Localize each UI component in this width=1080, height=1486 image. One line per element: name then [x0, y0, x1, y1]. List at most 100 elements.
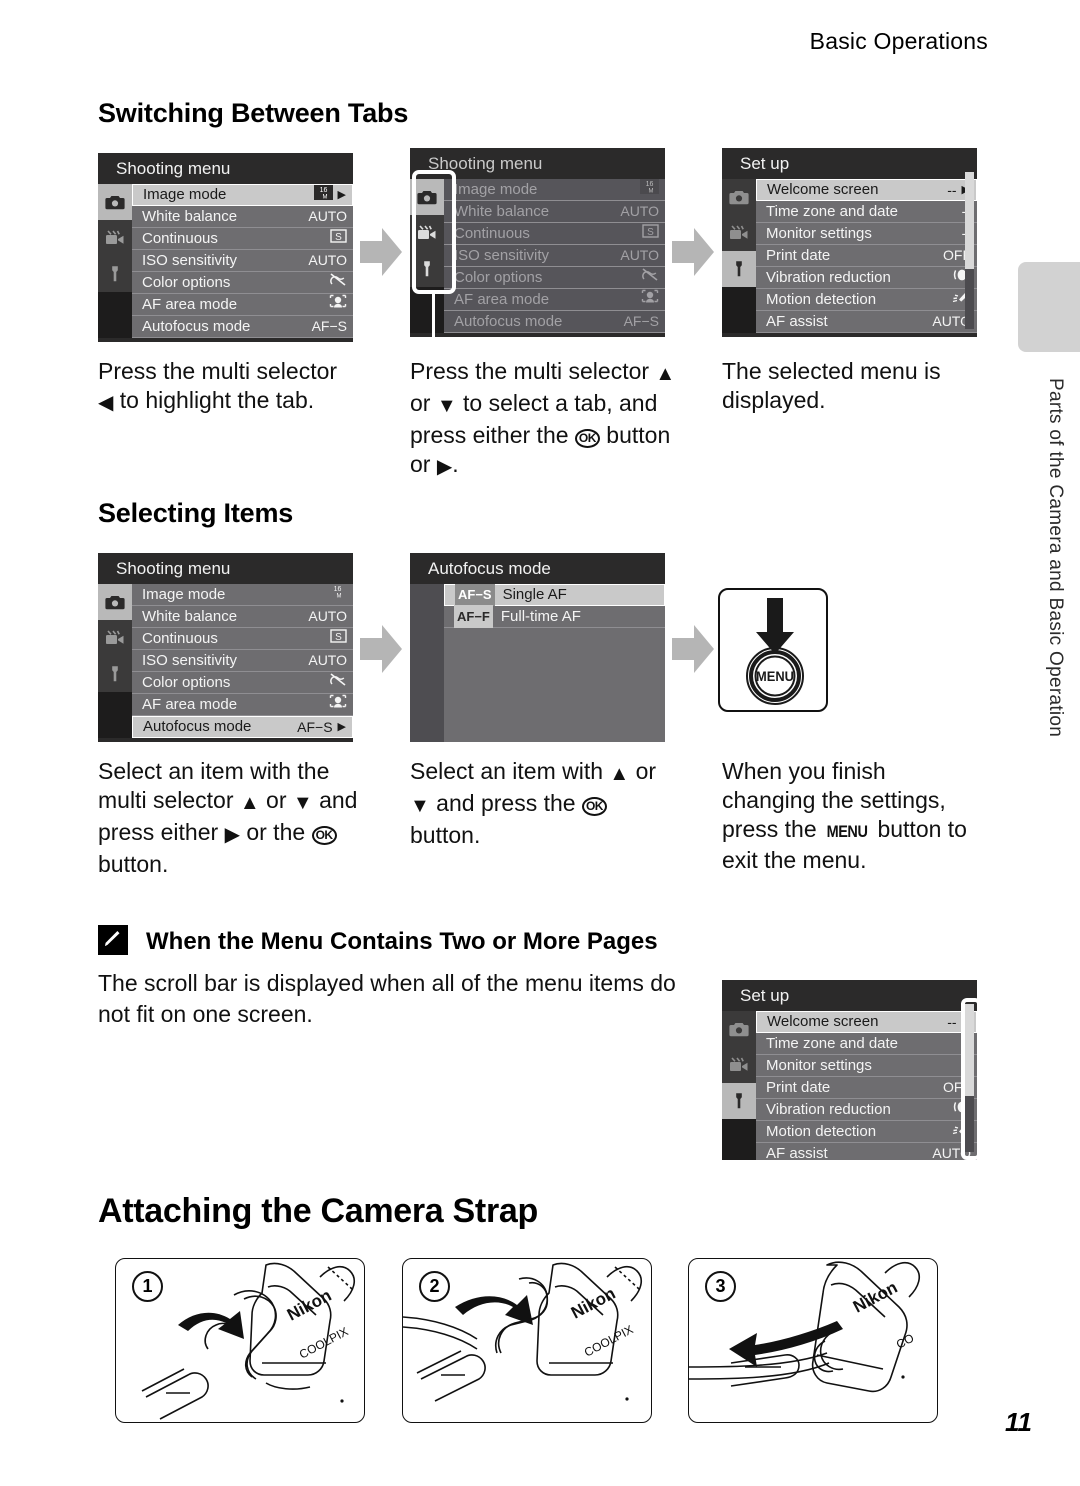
- row-label: Color options: [454, 269, 543, 286]
- image-size-16m-icon: 16M: [313, 185, 333, 201]
- option-full-time-af[interactable]: AF−F Full-time AF: [444, 605, 665, 628]
- off-color-icon: [330, 273, 346, 286]
- single-shot-icon: S: [330, 629, 347, 643]
- menu-row-monitor-settings[interactable]: Monitor settings --: [756, 223, 977, 245]
- chapter-thumb-tab: [1018, 262, 1080, 352]
- row-label: AF area mode: [142, 696, 238, 713]
- menu-row-autofocus-mode[interactable]: Autofocus mode AF−S: [444, 311, 665, 333]
- menu-row-af-assist[interactable]: AF assist AUTO: [756, 1143, 977, 1160]
- arrow-right-icon: ▶: [436, 456, 453, 478]
- screen-autofocus-mode: Autofocus mode AF−S Single AF AF−F Full-…: [410, 553, 665, 742]
- menu-row-iso-sensitivity[interactable]: ISO sensitivity AUTO: [132, 650, 353, 672]
- row-value: --: [947, 1014, 957, 1030]
- menu-row-motion-detection[interactable]: Motion detection: [756, 1121, 977, 1143]
- wrench-icon: [736, 1093, 742, 1109]
- row-label: Image mode: [142, 586, 226, 603]
- screen-title: Set up: [740, 154, 790, 173]
- menu-row-autofocus-mode[interactable]: Autofocus mode AF−S ▶: [132, 716, 353, 738]
- tab-camera[interactable]: [98, 584, 132, 620]
- tab-movie[interactable]: [722, 215, 756, 251]
- scrollbar-thumb[interactable]: [965, 172, 974, 270]
- svg-text:M: M: [649, 189, 654, 194]
- menu-row-continuous[interactable]: Continuous S: [444, 223, 665, 245]
- menu-row-af-assist[interactable]: AF assist AUTO: [756, 311, 977, 333]
- arrow-up-icon: ▲: [239, 792, 260, 814]
- figure-strap-step-2: Nikon COOLPIX 2: [402, 1258, 652, 1423]
- menu-row-print-date[interactable]: Print date OFF: [756, 245, 977, 267]
- svg-text:M: M: [322, 195, 327, 200]
- brand-coolpix: COOLPIX: [297, 1324, 351, 1361]
- row-label: AF assist: [766, 313, 828, 330]
- scrollbar[interactable]: [965, 172, 974, 329]
- menu-row-image-mode[interactable]: Image mode 16 M ▶: [132, 184, 353, 206]
- row-label: Continuous: [454, 225, 530, 242]
- tab-camera[interactable]: [722, 179, 756, 215]
- manual-page: Basic Operations Parts of the Camera and…: [0, 0, 1080, 1486]
- menu-row-time-zone-and-date[interactable]: Time zone and date --: [756, 1033, 977, 1055]
- arrow-up-icon: ▲: [609, 763, 630, 785]
- tab-setup[interactable]: [98, 256, 132, 292]
- menu-row-color-options[interactable]: Color options: [444, 267, 665, 289]
- figure-strap-step-3: Nikon CO 3: [688, 1258, 938, 1423]
- movie-icon: [730, 1057, 748, 1071]
- menu-row-image-mode[interactable]: Image mode 16 M: [444, 179, 665, 201]
- note-title: When the Menu Contains Two or More Pages: [146, 928, 658, 955]
- arrow-down-icon: ▼: [436, 395, 457, 417]
- menu-row-iso-sensitivity[interactable]: ISO sensitivity AUTO: [444, 245, 665, 267]
- option-single-af[interactable]: AF−S Single AF: [444, 584, 665, 606]
- tab-movie[interactable]: [98, 620, 132, 656]
- tab-setup[interactable]: [722, 1083, 756, 1119]
- menu-rows: Image mode 16 M ▶ White balance AUTO Cont…: [132, 184, 353, 338]
- option-label: Single AF: [502, 586, 567, 603]
- menu-row-time-zone-and-date[interactable]: Time zone and date --: [756, 201, 977, 223]
- single-shot-icon: S: [330, 229, 347, 243]
- menu-row-welcome-screen[interactable]: Welcome screen -- ▶: [756, 179, 977, 201]
- menu-row-welcome-screen[interactable]: Welcome screen -- ▶: [756, 1011, 977, 1033]
- option-code: AF−S: [455, 584, 495, 606]
- tab-column-placeholder: [410, 584, 444, 742]
- image-size-16m-icon: 16M: [328, 584, 347, 600]
- menu-row-vibration-reduction[interactable]: Vibration reduction: [756, 1099, 977, 1121]
- menu-rows: Welcome screen -- ▶ Time zone and date -…: [756, 179, 977, 333]
- svg-text:S: S: [335, 232, 342, 243]
- menu-row-monitor-settings[interactable]: Monitor settings --: [756, 1055, 977, 1077]
- value-color-options: [641, 267, 659, 288]
- tab-camera[interactable]: [98, 184, 132, 220]
- brand-coolpix: CO: [894, 1331, 916, 1352]
- value-continuous: S: [642, 223, 659, 244]
- menu-row-vibration-reduction[interactable]: Vibration reduction: [756, 267, 977, 289]
- menu-row-af-area-mode[interactable]: AF area mode: [132, 694, 353, 716]
- menu-row-white-balance[interactable]: White balance AUTO: [132, 606, 353, 628]
- menu-row-continuous[interactable]: Continuous S: [132, 228, 353, 250]
- menu-row-color-options[interactable]: Color options: [132, 672, 353, 694]
- tab-movie[interactable]: [722, 1047, 756, 1083]
- tab-setup[interactable]: [722, 251, 756, 287]
- row-value: --: [947, 182, 957, 198]
- camera-icon: [729, 191, 749, 205]
- movie-icon: [106, 230, 124, 244]
- menu-row-image-mode[interactable]: Image mode 16 M: [132, 584, 353, 606]
- row-label: Continuous: [142, 630, 218, 647]
- note-body: The scroll bar is displayed when all of …: [98, 970, 676, 1027]
- menu-row-print-date[interactable]: Print date OFF: [756, 1077, 977, 1099]
- menu-row-white-balance[interactable]: White balance AUTO: [444, 201, 665, 223]
- figure-number: 3: [705, 1271, 736, 1302]
- menu-row-motion-detection[interactable]: Motion detection: [756, 289, 977, 311]
- svg-text:16: 16: [646, 181, 654, 188]
- menu-row-white-balance[interactable]: White balance AUTO: [132, 206, 353, 228]
- menu-row-continuous[interactable]: Continuous S: [132, 628, 353, 650]
- menu-row-autofocus-mode[interactable]: Autofocus mode AF−S: [132, 316, 353, 338]
- screen-setup-menu: Set up Welcome screen -- ▶: [722, 148, 977, 337]
- tab-camera[interactable]: [722, 1011, 756, 1047]
- row-label: Color options: [142, 274, 231, 291]
- row-label: Time zone and date: [766, 203, 899, 220]
- menu-row-af-area-mode[interactable]: AF area mode: [132, 294, 353, 316]
- menu-row-af-area-mode[interactable]: AF area mode: [444, 289, 665, 311]
- menu-row-color-options[interactable]: Color options: [132, 272, 353, 294]
- tab-setup[interactable]: [98, 656, 132, 692]
- tab-movie[interactable]: [98, 220, 132, 256]
- value-af-area-mode: [329, 294, 347, 315]
- row-label: Continuous: [142, 230, 218, 247]
- row-value: AUTO: [308, 252, 347, 268]
- menu-row-iso-sensitivity[interactable]: ISO sensitivity AUTO: [132, 250, 353, 272]
